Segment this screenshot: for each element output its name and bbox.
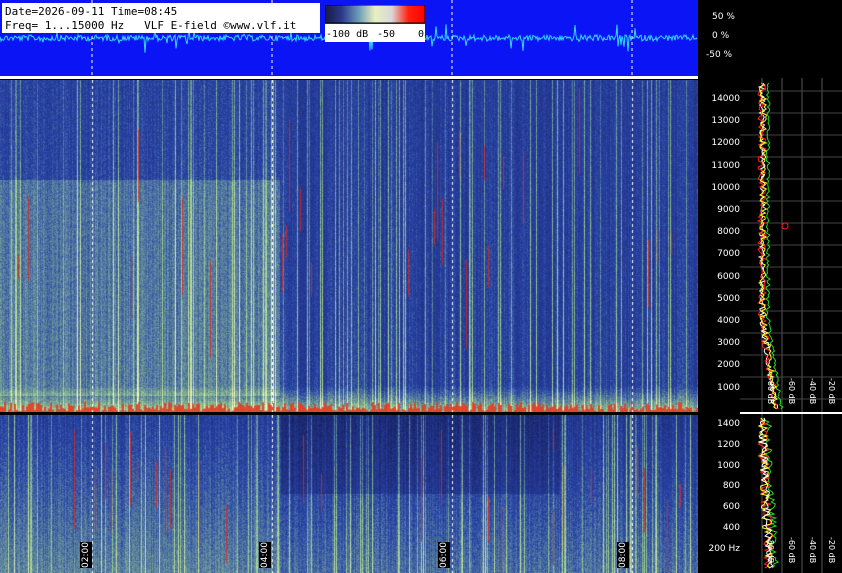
db-label-20-low: -20 dB [827,537,836,564]
frequency-info-label: Freq= 1...15000 Hz VLF E-field ©www.vlf.… [5,19,297,32]
frequency-tick-label: 14000 [711,94,740,104]
frequency-tick-label: 800 [722,481,740,492]
percent-label-50: 50 % [712,12,735,22]
time-label-0800: 08:00 [617,542,629,568]
frequency-tick-label: 6000 [717,271,740,282]
frequency-tick-label: 8000 [717,227,740,238]
separator-line [0,76,698,79]
percent-label-neg50: -50 % [706,50,733,60]
colorbar-label-min: -100 dB [326,29,369,40]
colorbar-gradient [325,5,425,23]
frequency-tick-label: 10000 [711,182,740,193]
db-label-80: -80 dB [766,378,775,405]
db-label-80-low: -80 dB [766,537,775,564]
time-label-0400: 04:00 [259,542,271,568]
frequency-tick-label: 1200 [717,439,740,450]
frequency-tick-label: 3000 [717,338,740,349]
percent-label-0: 0 % [712,31,730,41]
frequency-axis-low: 1400 1200 1000 800 600 400 200 Hz [698,415,740,573]
time-label-0200: 02:00 [80,542,92,568]
colorbar-label-mid: -50 [377,29,396,40]
db-label-60: -60 dB [787,378,796,405]
frequency-tick-label: 200 Hz [708,543,740,554]
frequency-tick-label: 13000 [711,116,740,127]
frequency-tick-label: 11000 [711,160,740,171]
frequency-axis-high: 14000 13000 12000 11000 10000 9000 8000 7000 600… [698,80,740,412]
frequency-tick-label: 1000 [717,382,740,393]
frequency-tick-label: 600 [722,502,740,513]
date-time-label: Date=2026-09-11 Time=08:45 [5,5,178,18]
db-label-20: -20 dB [827,378,836,405]
colorbar-scale: -100 dB -50 0 [325,24,425,42]
colorbar-label-max: 0 [418,29,425,40]
db-label-60-low: -60 dB [787,537,796,564]
frequency-tick-label: 2000 [717,360,740,371]
header-info-box: Date=2026-09-11 Time=08:45 Freq= 1...150… [2,3,320,33]
spectrum-profile-panel [740,78,842,573]
spectrogram-low-band [0,415,698,573]
db-label-40: -40 dB [808,378,817,405]
frequency-tick-label: 400 [722,523,740,533]
time-label-0600: 06:00 [438,542,450,568]
frequency-tick-label: 4000 [717,316,740,326]
spectrogram-high-band [0,80,698,412]
frequency-tick-label: 1400 [717,419,740,429]
frequency-tick-label: 9000 [717,205,740,215]
frequency-tick-label: 12000 [711,138,740,149]
db-label-40-low: -40 dB [808,537,817,564]
frequency-tick-label: 5000 [717,293,740,304]
frequency-tick-label: 1000 [717,460,740,471]
frequency-tick-label: 7000 [717,249,740,260]
